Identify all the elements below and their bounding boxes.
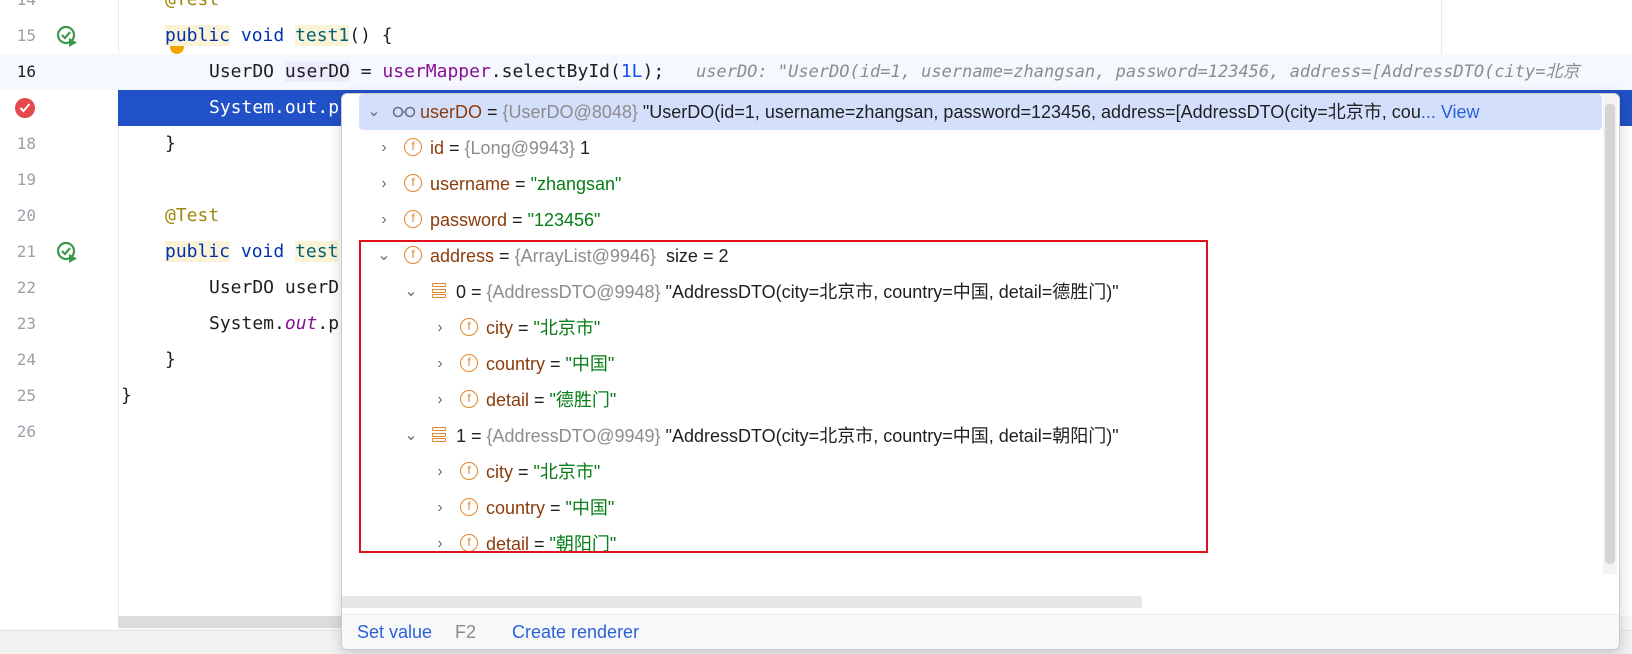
tree-row-field[interactable]: › f city = "北京市"	[342, 310, 1602, 346]
code-text: UserDO userD	[209, 277, 340, 298]
code-line[interactable]: 14 @Test	[0, 0, 1632, 18]
tree-row-list-item[interactable]: ⌄ 1 = {AddressDTO@9949} "AddressDTO(city…	[342, 418, 1602, 454]
breakpoint-icon[interactable]	[14, 97, 36, 119]
line-number: 22	[16, 278, 36, 297]
line-number: 20	[16, 206, 36, 225]
field-icon: f	[460, 354, 478, 372]
code-text: public void test	[165, 241, 339, 262]
tree-row-field[interactable]: › f country = "中国"	[342, 346, 1602, 382]
line-number: 14	[0, 0, 36, 18]
field-icon: f	[404, 174, 422, 192]
field-icon: f	[460, 318, 478, 336]
code-line[interactable]: 15 public void test1() {	[0, 18, 1632, 54]
list-item-entry: 0 = {AddressDTO@9948} "AddressDTO(city=北…	[456, 282, 1119, 302]
editor-scrollbar-thumb[interactable]	[118, 616, 348, 628]
chevron-right-icon[interactable]: ›	[433, 346, 447, 382]
field-icon: f	[404, 138, 422, 156]
line-number: 18	[16, 134, 36, 153]
code-text: public void test1() {	[165, 25, 393, 46]
chevron-right-icon[interactable]: ›	[377, 130, 391, 166]
code-text: UserDO userDO = userMapper.selectById(1L…	[209, 61, 665, 82]
annotation: @Test	[165, 205, 220, 226]
field-entry: detail = "德胜门"	[486, 390, 617, 410]
chevron-down-icon[interactable]: ⌄	[377, 238, 391, 274]
chevron-down-icon[interactable]: ⌄	[404, 274, 418, 310]
field-entry: city = "北京市"	[486, 318, 601, 338]
tree-row-field[interactable]: › f id = {Long@9943} 1	[342, 130, 1602, 166]
tree-row-field[interactable]: › f detail = "德胜门"	[342, 382, 1602, 418]
chevron-right-icon[interactable]: ›	[377, 166, 391, 202]
chevron-down-icon[interactable]: ⌄	[404, 418, 418, 454]
field-icon: f	[404, 210, 422, 228]
line-number: 16	[16, 62, 36, 81]
chevron-right-icon[interactable]: ›	[433, 526, 447, 562]
field-entry: detail = "朝阳门"	[486, 534, 617, 554]
field-entry: address = {ArrayList@9946} size = 2	[430, 246, 729, 266]
tree-row-field[interactable]: › f username = "zhangsan"	[342, 166, 1602, 202]
set-value-button[interactable]: Set value	[357, 615, 432, 649]
code-text: }	[165, 133, 176, 154]
field-icon: f	[460, 462, 478, 480]
inline-debug-value-hint: userDO: "UserDO(id=1, username=zhangsan,…	[696, 62, 1580, 82]
field-entry: country = "中国"	[486, 498, 615, 518]
tree-row-field[interactable]: › f password = "123456"	[342, 202, 1602, 238]
line-number: 26	[16, 422, 36, 441]
tree-row-field[interactable]: › f country = "中国"	[342, 490, 1602, 526]
field-icon: f	[460, 534, 478, 552]
code-text: System.out.p	[209, 97, 340, 118]
line-number: 24	[16, 350, 36, 369]
chevron-right-icon[interactable]: ›	[433, 454, 447, 490]
line-number: 23	[16, 314, 36, 333]
code-text: @Test	[165, 0, 219, 18]
create-renderer-button[interactable]: Create renderer	[512, 615, 639, 649]
field-entry: country = "中国"	[486, 354, 615, 374]
line-number: 19	[16, 170, 36, 189]
debugger-value-popup[interactable]: ⌄ userDO = {UserDO@8048} "UserDO(id=1, u…	[341, 93, 1620, 650]
array-element-icon	[432, 283, 446, 301]
field-icon: f	[404, 246, 422, 264]
code-line-current[interactable]: 16 UserDO userDO = userMapper.selectById…	[0, 54, 1632, 90]
field-entry: city = "北京市"	[486, 462, 601, 482]
tree-row-field[interactable]: › f city = "北京市"	[342, 454, 1602, 490]
tree-row-list-item[interactable]: ⌄ 0 = {AddressDTO@9948} "AddressDTO(city…	[342, 274, 1602, 310]
array-element-icon	[432, 427, 446, 445]
shortcut-hint: F2	[455, 622, 477, 642]
annotation: @Test	[165, 0, 219, 10]
tree-row-root[interactable]: ⌄ userDO = {UserDO@8048} "UserDO(id=1, u…	[359, 94, 1602, 130]
run-test-icon[interactable]	[56, 25, 78, 47]
code-text: }	[165, 349, 176, 370]
line-number: 21	[16, 242, 36, 261]
field-entry: username = "zhangsan"	[430, 174, 622, 194]
tree-row-address[interactable]: ⌄ f address = {ArrayList@9946} size = 2	[342, 238, 1602, 274]
field-icon: f	[460, 498, 478, 516]
code-text: }	[121, 385, 132, 406]
field-icon: f	[460, 390, 478, 408]
run-test-icon[interactable]	[56, 241, 78, 263]
chevron-right-icon[interactable]: ›	[433, 382, 447, 418]
view-link[interactable]: ... View	[1421, 102, 1480, 122]
chevron-right-icon[interactable]: ›	[433, 310, 447, 346]
tree-row-field[interactable]: › f detail = "朝阳门"	[342, 526, 1602, 562]
popup-horizontal-scrollbar[interactable]	[342, 596, 1142, 608]
chevron-right-icon[interactable]: ›	[433, 490, 447, 526]
variable-entry: userDO = {UserDO@8048} "UserDO(id=1, use…	[420, 102, 1480, 122]
chevron-down-icon[interactable]: ⌄	[367, 94, 381, 130]
field-entry: id = {Long@9943} 1	[430, 138, 590, 158]
popup-footer: Set value F2 Create renderer	[342, 614, 1619, 649]
code-text: System.out.p	[209, 313, 340, 334]
chevron-right-icon[interactable]: ›	[377, 202, 391, 238]
code-text: @Test	[165, 198, 219, 234]
field-entry: password = "123456"	[430, 210, 601, 230]
line-number: 25	[16, 386, 36, 405]
popup-scrollbar-thumb[interactable]	[1605, 104, 1615, 564]
watch-glasses-icon	[392, 102, 416, 120]
list-item-entry: 1 = {AddressDTO@9949} "AddressDTO(city=北…	[456, 426, 1119, 446]
line-number: 15	[16, 26, 36, 45]
